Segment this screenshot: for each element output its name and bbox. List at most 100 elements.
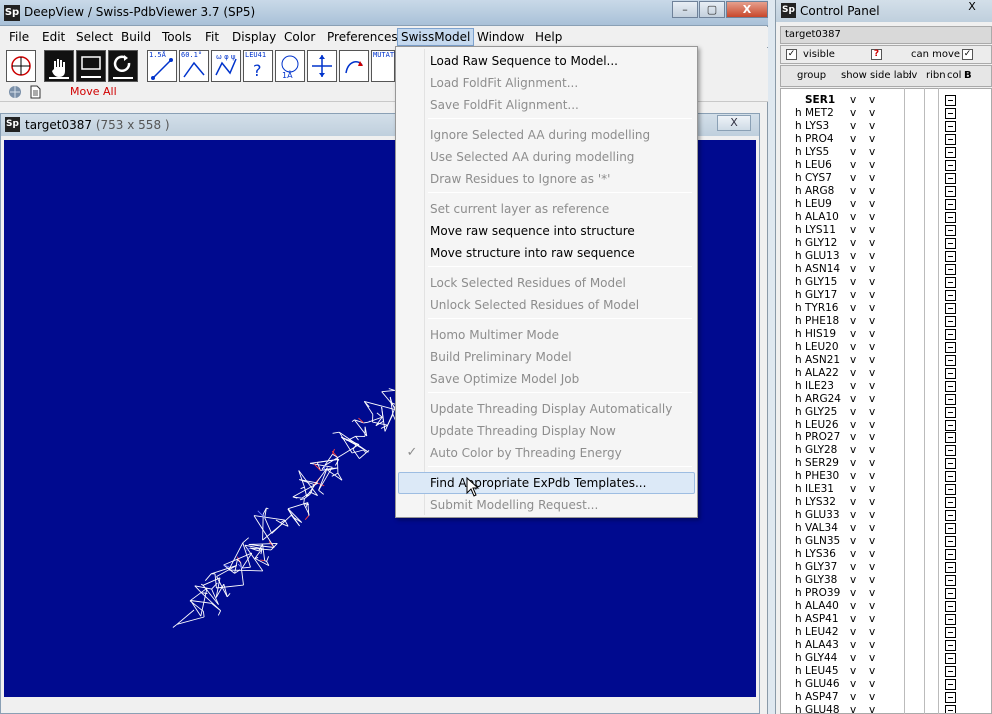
visibility-flag[interactable]: v — [869, 328, 875, 341]
residue-row[interactable]: h PRO4 v v — [781, 133, 991, 146]
color-box[interactable] — [945, 237, 956, 249]
residue-row[interactable]: h ALA43 v v — [781, 639, 991, 652]
residue-list[interactable]: SER1 v v h MET2 v v h LYS3 v v h PRO4 v v h LYS5 v v h … — [780, 88, 992, 714]
visibility-flag[interactable]: v — [850, 483, 856, 496]
menu-color[interactable]: Color — [281, 29, 318, 45]
residue-row[interactable]: h ALA10 v v — [781, 211, 991, 224]
fit-icon[interactable] — [339, 50, 369, 82]
target-layer-label[interactable]: target0387 — [780, 26, 992, 44]
menu-preferences[interactable]: Preferences — [324, 29, 401, 45]
globe-icon[interactable] — [8, 85, 22, 99]
visibility-flag[interactable]: v — [850, 587, 856, 600]
residue-row[interactable]: h GLY38 v v — [781, 574, 991, 587]
visibility-flag[interactable]: v — [850, 237, 856, 250]
menu-fit[interactable]: Fit — [202, 29, 222, 45]
color-box[interactable] — [945, 575, 956, 587]
visibility-flag[interactable]: v — [850, 626, 856, 639]
swissmodel-menu-item[interactable]: Draw Residues to Ignore as '*' — [398, 168, 695, 190]
title-bar[interactable]: Sp DeepView / Swiss-PdbViewer 3.7 (SP5) … — [0, 0, 768, 26]
visibility-flag[interactable]: v — [869, 276, 875, 289]
color-box[interactable] — [945, 705, 956, 713]
color-box[interactable] — [945, 315, 956, 327]
color-box[interactable] — [945, 445, 956, 457]
residue-row[interactable]: h TYR16 v v — [781, 302, 991, 315]
visibility-flag[interactable]: v — [869, 652, 875, 665]
visibility-flag[interactable]: v — [850, 263, 856, 276]
residue-row[interactable]: h ASN14 v v — [781, 263, 991, 276]
color-box[interactable] — [945, 263, 956, 275]
visibility-flag[interactable]: v — [869, 483, 875, 496]
residue-row[interactable]: h GLU33 v v — [781, 509, 991, 522]
visibility-flag[interactable]: v — [850, 561, 856, 574]
color-box[interactable] — [945, 497, 956, 509]
visibility-flag[interactable]: v — [869, 444, 875, 457]
visibility-flag[interactable]: v — [850, 509, 856, 522]
visibility-flag[interactable]: v — [850, 639, 856, 652]
residue-row[interactable]: h ASP41 v v — [781, 613, 991, 626]
swissmodel-menu-item[interactable]: Move raw sequence into structure — [398, 220, 695, 242]
visibility-flag[interactable]: v — [869, 237, 875, 250]
b-header[interactable]: B — [964, 70, 972, 81]
visibility-flag[interactable]: v — [869, 678, 875, 691]
visibility-flag[interactable]: v — [850, 496, 856, 509]
visibility-flag[interactable]: v — [850, 431, 856, 444]
visibility-flag[interactable]: v — [869, 704, 875, 713]
visibility-flag[interactable]: v — [850, 613, 856, 626]
visibility-flag[interactable]: v — [869, 133, 875, 146]
color-box[interactable] — [945, 406, 956, 418]
residue-row[interactable]: h PRO27 v v — [781, 431, 991, 444]
swissmodel-menu-item[interactable]: Build Preliminary Model — [398, 346, 695, 368]
color-box[interactable] — [945, 692, 956, 704]
residue-row[interactable]: h LYS36 v v — [781, 548, 991, 561]
swissmodel-menu-item[interactable]: Save FoldFit Alignment... — [398, 94, 695, 116]
visibility-flag[interactable]: v — [850, 159, 856, 172]
move-icon[interactable] — [307, 50, 337, 82]
visibility-flag[interactable]: v — [869, 626, 875, 639]
color-box[interactable] — [945, 341, 956, 353]
can-move-checkbox[interactable]: ✓ — [962, 49, 973, 60]
color-box[interactable] — [945, 471, 956, 483]
visibility-flag[interactable]: v — [869, 120, 875, 133]
visibility-flag[interactable]: v — [850, 302, 856, 315]
color-box[interactable] — [945, 601, 956, 613]
visibility-flag[interactable]: v — [850, 457, 856, 470]
residue-row[interactable]: h ILE23 v v — [781, 380, 991, 393]
minimize-button[interactable]: – — [672, 1, 698, 18]
color-box[interactable] — [945, 458, 956, 470]
mutate-icon[interactable]: MUTATE — [371, 50, 398, 82]
visibility-flag[interactable]: v — [850, 120, 856, 133]
visibility-flag[interactable]: v — [850, 211, 856, 224]
swissmodel-menu-item[interactable]: Set current layer as reference — [398, 198, 695, 220]
color-box[interactable] — [945, 666, 956, 678]
visibility-flag[interactable]: v — [869, 548, 875, 561]
menu-swissmodel[interactable]: SwissModel — [397, 28, 475, 46]
visibility-flag[interactable]: v — [869, 185, 875, 198]
viewer-close-button[interactable]: X — [717, 115, 751, 131]
color-box[interactable] — [945, 250, 956, 262]
visibility-flag[interactable]: v — [869, 289, 875, 302]
col-header[interactable]: col — [947, 70, 961, 81]
residue-row[interactable]: h LEU45 v v — [781, 665, 991, 678]
visibility-flag[interactable]: v — [869, 613, 875, 626]
visibility-flag[interactable]: v — [850, 146, 856, 159]
swissmodel-menu-item[interactable]: Move structure into raw sequence — [398, 242, 695, 264]
visibility-flag[interactable]: v — [869, 561, 875, 574]
visibility-flag[interactable]: v — [850, 198, 856, 211]
visibility-flag[interactable]: v — [869, 509, 875, 522]
visibility-flag[interactable]: v — [869, 691, 875, 704]
menu-tools[interactable]: Tools — [159, 29, 195, 45]
color-box[interactable] — [945, 549, 956, 561]
maximize-button[interactable]: ▢ — [699, 1, 725, 18]
color-box[interactable] — [945, 354, 956, 366]
visibility-flag[interactable]: v — [850, 678, 856, 691]
swissmodel-menu-item[interactable]: Find Appropriate ExPdb Templates... — [398, 472, 695, 494]
rotate-icon[interactable] — [108, 50, 138, 82]
residue-row[interactable]: h LEU42 v v — [781, 626, 991, 639]
visibility-flag[interactable]: v — [850, 172, 856, 185]
visibility-flag[interactable]: v — [869, 587, 875, 600]
torsion-icon[interactable]: ω φ ψ — [211, 50, 241, 82]
color-box[interactable] — [945, 172, 956, 184]
residue-row[interactable]: h ARG8 v v — [781, 185, 991, 198]
visibility-flag[interactable]: v — [850, 380, 856, 393]
menu-file[interactable]: File — [6, 29, 32, 45]
